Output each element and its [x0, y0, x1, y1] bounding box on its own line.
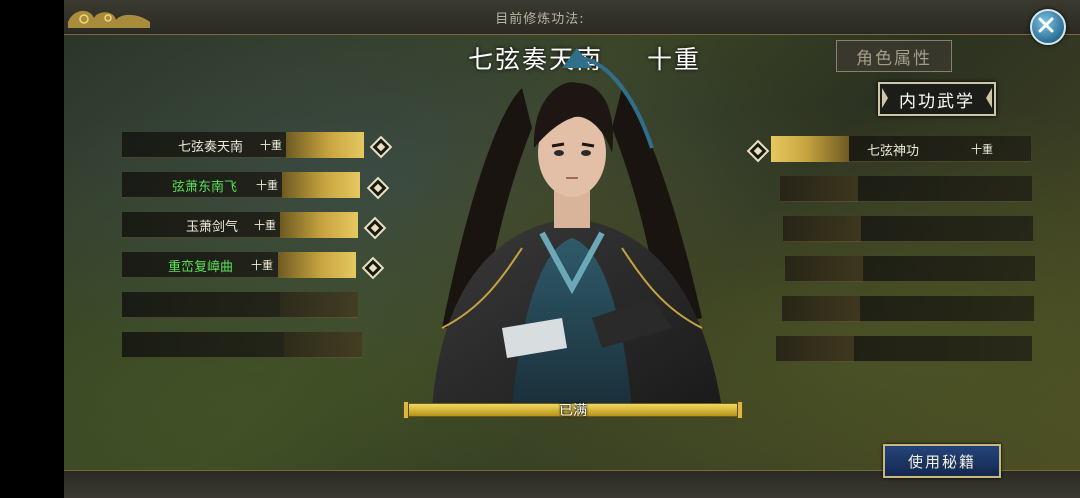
- tab-cap-right: [986, 88, 992, 108]
- right-skill-slot-empty-2[interactable]: [780, 176, 1032, 202]
- tab-cap-left: [882, 88, 888, 108]
- character-portrait: [432, 48, 722, 408]
- skill-slot-2[interactable]: 弦萧东南飞 十重: [122, 172, 360, 198]
- skill-slot-name: 七弦奏天南: [178, 140, 244, 155]
- skill-slot-level: 十重: [256, 179, 278, 192]
- skill-slot-name: 重峦复嶂曲: [168, 260, 234, 275]
- skill-slot-level: 十重: [971, 143, 993, 156]
- skill-slot-level: 十重: [260, 139, 282, 152]
- skill-slot-name: 七弦神功: [867, 144, 920, 159]
- tab-inner-martial[interactable]: 内功武学: [878, 82, 996, 116]
- cloud-ornament-icon: [286, 132, 364, 158]
- right-skill-slot-empty-4[interactable]: [785, 256, 1035, 282]
- current-training-label: 目前修炼功法:: [495, 12, 585, 27]
- skill-slot-empty-5[interactable]: [122, 292, 358, 318]
- right-skill-slot-empty-6[interactable]: [776, 336, 1032, 362]
- cloud-ornament-icon: [780, 176, 858, 202]
- cloud-ornament-icon: [776, 336, 854, 362]
- tab-attributes-label: 角色属性: [856, 48, 932, 69]
- close-icon: [1038, 17, 1054, 33]
- skill-slot-3[interactable]: 玉萧剑气 十重: [122, 212, 358, 238]
- cultivation-progress-bar: 已满: [403, 401, 743, 419]
- right-skill-slot-1[interactable]: 七弦神功 十重: [771, 136, 1031, 162]
- use-manual-button[interactable]: 使用秘籍: [883, 444, 1001, 478]
- cloud-ornament-icon: [280, 292, 358, 318]
- cloud-ornament-icon: [782, 296, 860, 322]
- cloud-ornament-icon: [280, 212, 358, 238]
- cloud-ornament-icon: [783, 216, 861, 242]
- tab-inner-martial-label: 内功武学: [899, 91, 975, 112]
- cloud-ornament-icon: [282, 172, 360, 198]
- skill-slot-4[interactable]: 重峦复嶂曲 十重: [122, 252, 356, 278]
- right-skill-slot-empty-5[interactable]: [782, 296, 1034, 322]
- skill-slot-level: 十重: [254, 219, 276, 232]
- skill-slot-name: 玉萧剑气: [186, 220, 239, 235]
- skill-slot-level: 十重: [251, 259, 273, 272]
- skill-slot-empty-6[interactable]: [122, 332, 362, 358]
- cloud-ornament-icon: [771, 136, 849, 162]
- cloud-ornament-icon: [284, 332, 362, 358]
- right-skill-slot-empty-3[interactable]: [783, 216, 1033, 242]
- cloud-ornament-icon: [785, 256, 863, 282]
- cloud-ornament-icon: [278, 252, 356, 278]
- skill-slot-1[interactable]: 七弦奏天南 十重: [122, 132, 364, 158]
- tab-attributes[interactable]: 角色属性: [836, 40, 952, 72]
- close-button[interactable]: [1030, 9, 1066, 45]
- use-manual-label: 使用秘籍: [907, 452, 976, 471]
- game-screen: 目前修炼功法: 七弦奏天南 十重 角色属性 内功武学 七弦奏天南 十重 弦萧东南…: [0, 0, 1080, 498]
- progress-status-text: 已满: [559, 403, 587, 419]
- skill-slot-name: 弦萧东南飞: [172, 180, 238, 195]
